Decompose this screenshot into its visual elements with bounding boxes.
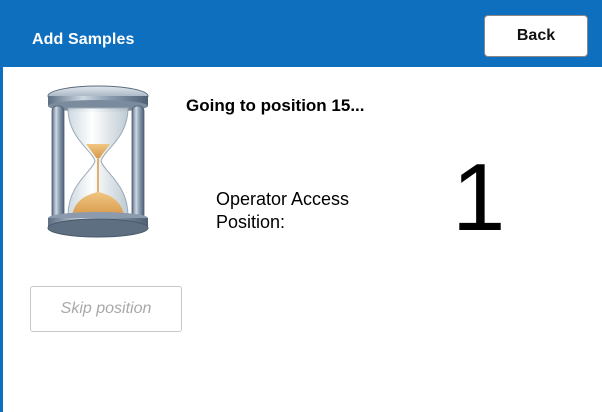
left-accent-border: [0, 67, 3, 412]
screen-title: Add Samples: [32, 31, 135, 48]
operator-access-label: Operator Access Position:: [216, 188, 436, 234]
operator-access-position-value: 1: [452, 144, 506, 251]
title-bar: Add Samples Back: [0, 0, 602, 67]
back-button[interactable]: Back: [484, 15, 588, 57]
skip-position-button[interactable]: Skip position: [30, 286, 182, 332]
add-samples-screen: Add Samples Back Going to position 15...…: [0, 0, 602, 412]
hourglass-icon: [42, 82, 154, 240]
operator-access-label-line2: Position:: [216, 212, 286, 232]
status-message: Going to position 15...: [186, 96, 365, 115]
operator-access-label-line1: Operator Access: [216, 189, 350, 209]
